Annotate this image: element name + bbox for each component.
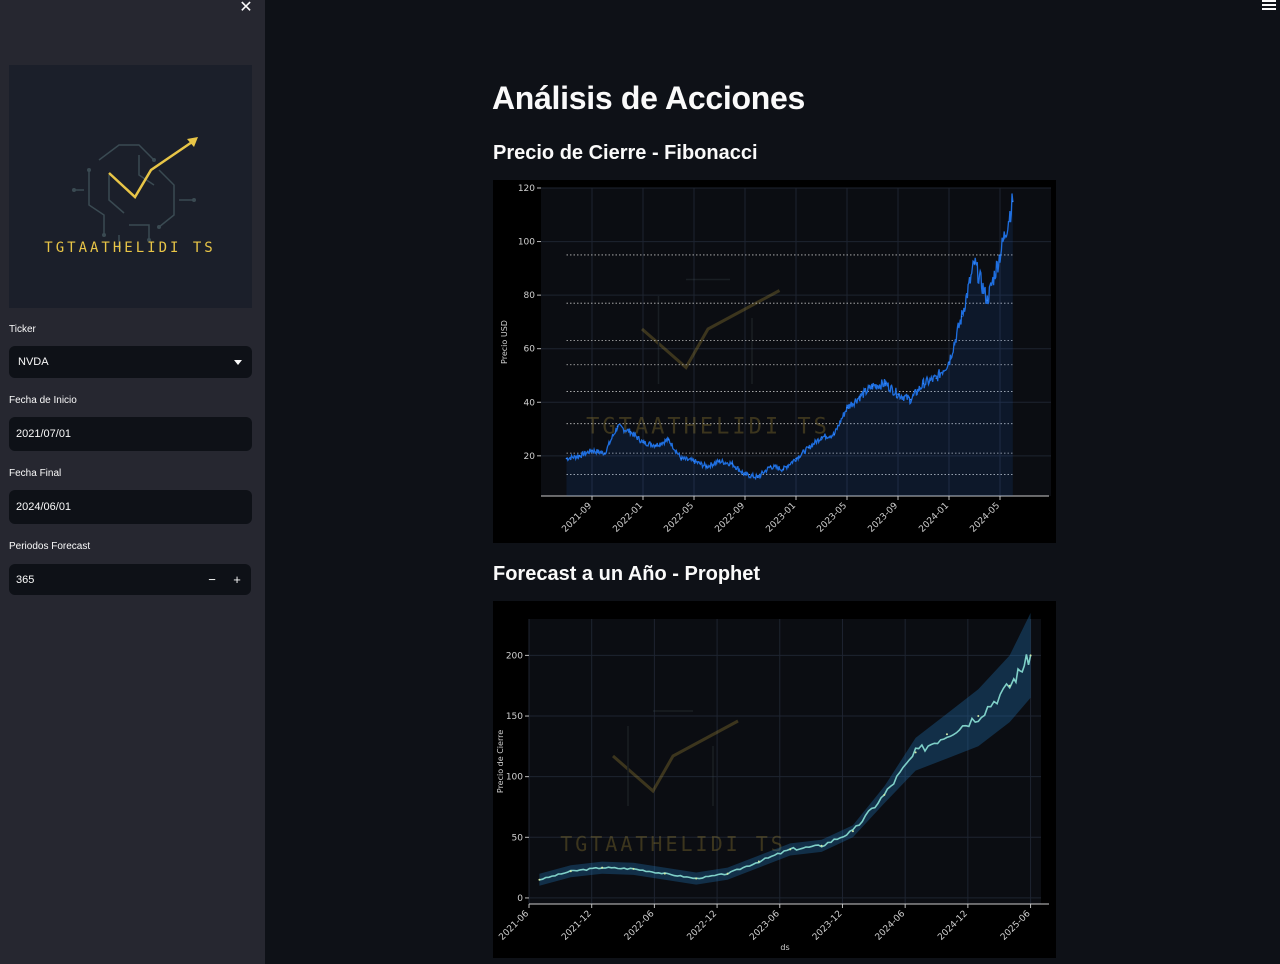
price-point xyxy=(871,385,874,387)
prophet-chart: 2021-06 2021-12 2022-06 2022-12 2023-06 2023-… xyxy=(493,601,1056,958)
price-point xyxy=(884,382,887,385)
logo: TGTAATHELIDI TS xyxy=(9,65,252,308)
price-point xyxy=(769,465,772,468)
y-tick-label: 40 xyxy=(524,398,536,408)
y-axis-title: Precio USD xyxy=(500,320,509,364)
chevron-down-icon[interactable] xyxy=(234,360,242,365)
price-point xyxy=(846,406,848,409)
price-point xyxy=(667,438,670,441)
prophet-section-title: Forecast a un Año - Prophet xyxy=(493,563,761,585)
forecast-point xyxy=(977,715,980,718)
forecast-point xyxy=(820,844,823,847)
forecast-point xyxy=(663,872,666,875)
prophet-chart-svg: 2021-06 2021-12 2022-06 2022-12 2023-06 2023-… xyxy=(493,601,1056,958)
price-point xyxy=(565,457,568,460)
price-point xyxy=(680,457,683,460)
ticker-label: Ticker xyxy=(9,324,36,335)
price-point xyxy=(591,449,593,452)
y-tick-label: 150 xyxy=(506,712,523,722)
forecast-point xyxy=(695,877,698,880)
y-axis-title: Precio de Cierre xyxy=(496,730,505,793)
price-point xyxy=(909,398,912,401)
watermark-text: TGTAATHELIDI TS xyxy=(560,832,786,856)
forecast-point xyxy=(1008,684,1011,687)
price-point xyxy=(960,315,963,318)
price-point xyxy=(897,393,899,396)
price-point xyxy=(935,377,938,379)
ticker-select[interactable]: NVDA xyxy=(9,346,252,378)
fibonacci-chart-svg: 2021-09 2022-01 2022-05 2022-09 2023-01 2023-… xyxy=(493,180,1056,543)
start-date-input[interactable]: 2021/07/01 xyxy=(9,417,252,451)
ticker-value: NVDA xyxy=(18,356,49,368)
price-point xyxy=(731,463,734,465)
price-point xyxy=(999,254,1001,256)
sidebar: ✕ TGTAATHELIDI TS Ticker NVDA Fecha de I… xyxy=(0,0,265,964)
forecast-periods-value: 365 xyxy=(16,573,35,586)
price-point xyxy=(578,455,581,457)
forecast-point xyxy=(569,870,572,873)
price-point xyxy=(616,425,619,428)
price-point xyxy=(693,460,695,462)
y-tick-label: 120 xyxy=(518,184,535,194)
fibonacci-chart: 2021-09 2022-01 2022-05 2022-09 2023-01 2023-… xyxy=(493,180,1056,543)
price-point xyxy=(718,460,721,462)
y-tick-label: 60 xyxy=(524,345,536,355)
y-tick-label: 80 xyxy=(524,291,536,301)
logo-graphic: TGTAATHELIDI TS xyxy=(44,137,215,256)
end-date-label: Fecha Final xyxy=(9,468,62,479)
plot-area xyxy=(529,619,1041,904)
y-tick-label: 200 xyxy=(506,651,523,661)
price-point xyxy=(973,262,976,264)
end-date-input[interactable]: 2024/06/01 xyxy=(9,490,252,524)
price-point xyxy=(986,299,989,302)
forecast-point xyxy=(1029,654,1032,657)
forecast-point xyxy=(851,830,854,833)
forecast-periods-input[interactable]: 365 − + xyxy=(9,564,251,595)
forecast-point xyxy=(538,878,541,881)
price-point xyxy=(807,446,810,449)
logo-text: TGTAATHELIDI TS xyxy=(44,240,215,256)
price-point xyxy=(603,452,606,454)
forecast-point xyxy=(757,860,760,863)
forecast-point xyxy=(601,866,604,869)
price-point xyxy=(922,382,925,385)
price-point xyxy=(948,361,950,363)
forecast-point xyxy=(789,848,792,851)
end-date-value: 2024/06/01 xyxy=(16,501,72,513)
y-tick-label: 50 xyxy=(512,833,524,843)
price-point xyxy=(858,396,861,398)
start-date-value: 2021/07/01 xyxy=(16,428,72,440)
price-point xyxy=(756,476,759,479)
y-tick-label: 20 xyxy=(524,452,536,462)
forecast-point xyxy=(726,872,729,875)
y-tick-label: 0 xyxy=(517,894,523,904)
forecast-point xyxy=(914,751,917,754)
y-tick-label: 100 xyxy=(518,238,535,248)
forecast-point xyxy=(945,733,948,736)
price-point xyxy=(629,430,632,433)
x-axis-title: ds xyxy=(780,943,789,952)
price-point xyxy=(833,433,836,436)
price-point xyxy=(820,436,823,438)
price-point xyxy=(782,468,785,471)
price-point xyxy=(795,457,797,460)
price-point xyxy=(705,465,708,468)
decrement-button[interactable]: − xyxy=(200,564,224,595)
fibonacci-section-title: Precio de Cierre - Fibonacci xyxy=(493,142,758,164)
y-tick-label: 100 xyxy=(506,773,523,783)
price-point xyxy=(744,473,746,476)
forecast-point xyxy=(883,793,886,796)
price-point xyxy=(1011,200,1014,203)
close-icon[interactable]: ✕ xyxy=(236,0,256,16)
start-date-label: Fecha de Inicio xyxy=(9,395,77,406)
forecast-periods-label: Periodos Forecast xyxy=(9,541,91,552)
forecast-point xyxy=(632,867,635,870)
page-title: Análisis de Acciones xyxy=(492,80,805,116)
price-point xyxy=(654,444,657,446)
increment-button[interactable]: + xyxy=(225,564,249,595)
hamburger-menu-icon[interactable] xyxy=(1262,0,1276,10)
price-point xyxy=(642,441,644,444)
